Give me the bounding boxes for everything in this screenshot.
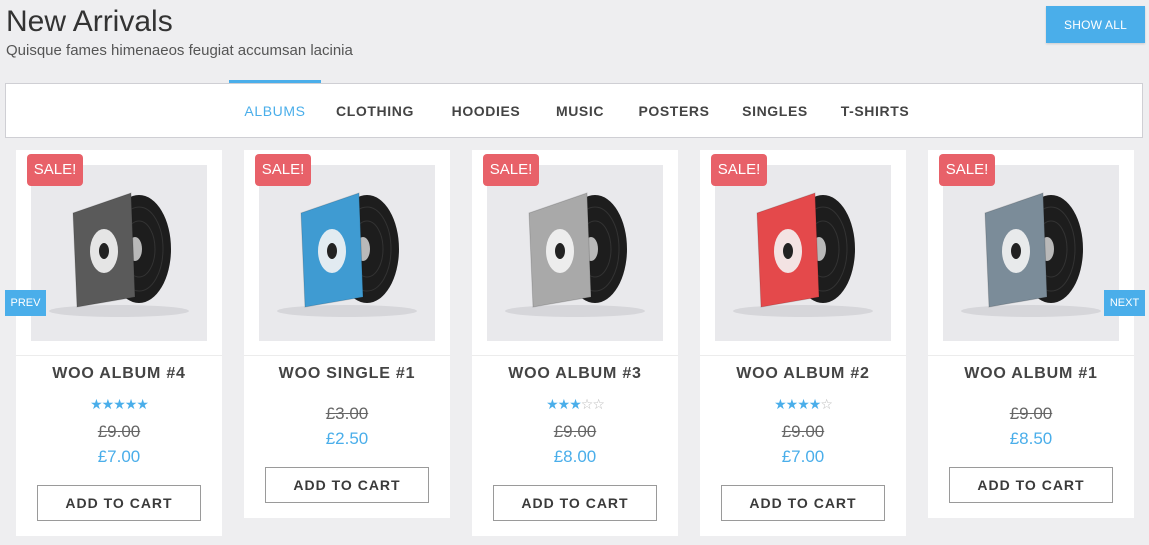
old-price: £3.00: [325, 404, 369, 423]
tab-clothing[interactable]: CLOTHING: [328, 84, 422, 137]
star-filled-icon: ★: [557, 396, 571, 412]
star-filled-icon: ★: [808, 396, 822, 412]
product-name[interactable]: WOO SINGLE #1: [244, 365, 450, 383]
card-divider: [244, 355, 450, 356]
sale-price: £2.50: [325, 429, 369, 448]
sale-price: £8.50: [1009, 429, 1053, 448]
rating-stars: ★★★★★: [16, 396, 222, 412]
product-name[interactable]: WOO ALBUM #3: [472, 365, 678, 383]
carousel-next-button[interactable]: NEXT: [1104, 290, 1145, 316]
product-image[interactable]: [943, 165, 1119, 341]
product-card[interactable]: SALE! WOO ALBUM #3 ★★★☆☆ £9.00 £8.00 ADD…: [472, 150, 678, 536]
add-to-cart-button[interactable]: ADD TO CART: [949, 467, 1113, 503]
add-to-cart-button[interactable]: ADD TO CART: [721, 485, 885, 521]
sale-price: £8.00: [553, 447, 597, 466]
sale-price: £7.00: [97, 447, 141, 466]
tab-albums[interactable]: ALBUMS: [228, 84, 322, 137]
star-filled-icon: ★: [774, 396, 787, 412]
rating-stars: ★★★☆☆: [472, 396, 678, 412]
vinyl-record-icon: [49, 192, 189, 317]
card-divider: [928, 355, 1134, 356]
card-divider: [700, 355, 906, 356]
tab-singles[interactable]: SINGLES: [735, 84, 815, 137]
vinyl-record-icon: [961, 192, 1101, 317]
tab-t-shirts[interactable]: T-SHIRTS: [834, 84, 916, 137]
add-to-cart-button[interactable]: ADD TO CART: [493, 485, 657, 521]
product-card[interactable]: SALE! WOO ALBUM #1 £9.00 £8.50 ADD TO CA…: [928, 150, 1134, 518]
product-image[interactable]: [259, 165, 435, 341]
product-name[interactable]: WOO ALBUM #2: [700, 365, 906, 383]
tab-posters[interactable]: POSTERS: [633, 84, 715, 137]
product-name[interactable]: WOO ALBUM #4: [16, 365, 222, 383]
product-card[interactable]: SALE! WOO SINGLE #1 £3.00 £2.50 ADD TO C…: [244, 150, 450, 518]
product-card[interactable]: SALE! WOO ALBUM #2 ★★★★☆ £9.00 £7.00 ADD…: [700, 150, 906, 536]
product-card[interactable]: SALE! WOO ALBUM #4 ★★★★★ £9.00 £7.00 ADD…: [16, 150, 222, 536]
card-divider: [16, 355, 222, 356]
star-empty-icon: ☆: [580, 396, 594, 412]
carousel-prev-button[interactable]: PREV: [5, 290, 46, 316]
active-tab-indicator: [229, 80, 321, 83]
vinyl-record-icon: [277, 192, 417, 317]
star-empty-icon: ☆: [592, 396, 605, 412]
add-to-cart-button[interactable]: ADD TO CART: [265, 467, 429, 503]
product-image[interactable]: [487, 165, 663, 341]
old-price: £9.00: [553, 422, 597, 441]
add-to-cart-button[interactable]: ADD TO CART: [37, 485, 201, 521]
product-name[interactable]: WOO ALBUM #1: [928, 365, 1134, 383]
star-empty-icon: ☆: [820, 396, 833, 412]
tab-hoodies[interactable]: HOODIES: [441, 84, 531, 137]
product-image[interactable]: [715, 165, 891, 341]
sale-badge: SALE!: [27, 154, 83, 186]
star-filled-icon: ★: [124, 396, 138, 412]
category-tabs: ALBUMS CLOTHING HOODIES MUSIC POSTERS SI…: [5, 80, 1143, 138]
sale-badge: SALE!: [255, 154, 311, 186]
show-all-button[interactable]: SHOW ALL: [1046, 6, 1145, 43]
page-title: New Arrivals: [6, 5, 173, 38]
sale-badge: SALE!: [483, 154, 539, 186]
card-divider: [472, 355, 678, 356]
sale-badge: SALE!: [711, 154, 767, 186]
rating-stars: ★★★★☆: [700, 396, 906, 412]
star-filled-icon: ★: [113, 396, 126, 412]
old-price: £9.00: [1009, 404, 1053, 423]
page-subtitle: Quisque fames himenaeos feugiat accumsan…: [6, 42, 353, 59]
tab-music[interactable]: MUSIC: [547, 84, 613, 137]
star-filled-icon: ★: [136, 396, 149, 412]
old-price: £9.00: [97, 422, 141, 441]
star-filled-icon: ★: [90, 396, 103, 412]
sale-price: £7.00: [781, 447, 825, 466]
star-filled-icon: ★: [101, 396, 115, 412]
product-image[interactable]: [31, 165, 207, 341]
star-filled-icon: ★: [785, 396, 799, 412]
sale-badge: SALE!: [939, 154, 995, 186]
star-filled-icon: ★: [797, 396, 810, 412]
vinyl-record-icon: [505, 192, 645, 317]
old-price: £9.00: [781, 422, 825, 441]
vinyl-record-icon: [733, 192, 873, 317]
star-filled-icon: ★: [569, 396, 582, 412]
star-filled-icon: ★: [546, 396, 559, 412]
